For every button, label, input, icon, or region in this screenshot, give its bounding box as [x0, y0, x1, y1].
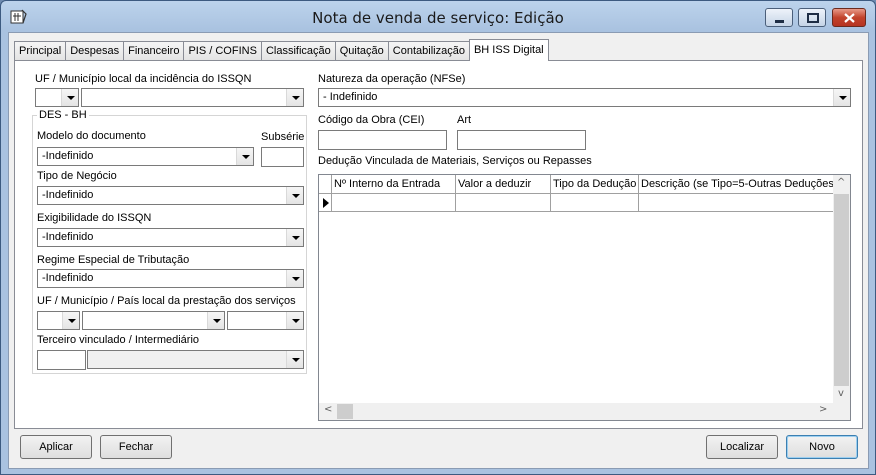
subserie-input[interactable] [261, 147, 304, 167]
uf-incidencia-combo[interactable] [35, 88, 79, 107]
scroll-right-icon[interactable]: > [819, 404, 827, 415]
title-bar[interactable]: Nota de venda de serviço: Edição [1, 1, 875, 33]
art-input[interactable] [457, 130, 586, 150]
subserie-label: Subsérie [261, 131, 305, 143]
horizontal-scroll-thumb[interactable] [337, 404, 353, 419]
window: Nota de venda de serviço: Edição Princip… [0, 0, 876, 475]
exigibilidade-combo[interactable]: -Indefinido [37, 228, 304, 247]
cell-valor-deduzir[interactable] [456, 194, 551, 211]
cell-tipo-deducao[interactable] [551, 194, 639, 211]
regime-especial-label: Regime Especial de Tributação [37, 254, 190, 266]
vertical-scroll-thumb[interactable] [834, 194, 849, 386]
tab-pis-cofins[interactable]: PIS / COFINS [183, 41, 262, 61]
terceiro-vinculado-combo[interactable] [87, 350, 304, 369]
scroll-left-icon[interactable]: < [324, 404, 332, 415]
column-header-n-interno[interactable]: Nº Interno da Entrada [332, 175, 456, 193]
table-row[interactable] [319, 194, 834, 212]
close-button[interactable] [832, 8, 866, 27]
chevron-down-icon[interactable] [286, 229, 303, 246]
grid-horizontal-scrollbar[interactable]: < > [319, 403, 833, 420]
localizar-button[interactable]: Localizar [706, 435, 778, 459]
tab-financeiro[interactable]: Financeiro [123, 41, 185, 61]
dialog-body: Principal Despesas Financeiro PIS / COFI… [8, 32, 869, 469]
chevron-down-icon[interactable] [236, 148, 253, 165]
modelo-documento-label: Modelo do documento [37, 130, 146, 142]
prestacao-pais-combo[interactable] [227, 311, 304, 330]
tab-classificacao[interactable]: Classificação [260, 41, 336, 61]
minimize-button[interactable] [765, 8, 793, 27]
fechar-button[interactable]: Fechar [100, 435, 172, 459]
art-label: Art [457, 114, 472, 126]
tab-despesas[interactable]: Despesas [65, 41, 125, 61]
terceiro-code-input[interactable] [37, 350, 86, 370]
natureza-operacao-combo[interactable]: - Indefinido [318, 88, 851, 107]
chevron-down-icon[interactable] [286, 187, 303, 204]
tab-panel-bh-iss-digital: UF / Município local da incidência do IS… [14, 60, 863, 429]
des-bh-group-title: DES - BH [37, 109, 89, 121]
terceiro-vinculado-label: Terceiro vinculado / Intermediário [37, 334, 200, 346]
column-header-tipo-deducao[interactable]: Tipo da Dedução [551, 175, 639, 193]
window-title: Nota de venda de serviço: Edição [312, 9, 564, 27]
cell-descricao[interactable] [639, 194, 834, 211]
close-icon [844, 13, 855, 23]
grid-vertical-scrollbar[interactable]: ^ v [833, 175, 850, 403]
tab-quitacao[interactable]: Quitação [334, 41, 389, 61]
novo-button[interactable]: Novo [786, 435, 858, 459]
chevron-down-icon[interactable] [286, 270, 303, 287]
uf-municipio-incidencia-label: UF / Município local da incidência do IS… [35, 73, 252, 85]
chevron-down-icon[interactable] [62, 312, 79, 329]
maximize-icon [807, 13, 819, 23]
local-prestacao-label: UF / Município / País local da prestação… [37, 295, 296, 307]
chevron-down-icon[interactable] [286, 351, 303, 368]
tab-contabilizacao[interactable]: Contabilização [387, 41, 470, 61]
prestacao-uf-combo[interactable] [37, 311, 80, 330]
maximize-button[interactable] [798, 8, 826, 27]
deducao-vinculada-label: Dedução Vinculada de Materiais, Serviços… [318, 155, 592, 167]
grid-header-indicator [319, 175, 332, 193]
modelo-documento-combo[interactable]: -Indefinido [37, 147, 254, 166]
deducao-grid[interactable]: Nº Interno da Entrada Valor a deduzir Ti… [318, 174, 851, 421]
tab-strip: Principal Despesas Financeiro PIS / COFI… [14, 39, 549, 61]
chevron-down-icon[interactable] [61, 89, 78, 106]
cell-n-interno[interactable] [332, 194, 456, 211]
chevron-down-icon[interactable] [207, 312, 224, 329]
row-pointer-icon [319, 194, 332, 211]
tab-bh-iss-digital[interactable]: BH ISS Digital [468, 39, 549, 61]
codigo-obra-input[interactable] [318, 130, 447, 150]
chevron-down-icon[interactable] [833, 89, 850, 106]
chevron-down-icon[interactable] [286, 312, 303, 329]
codigo-obra-label: Código da Obra (CEI) [318, 114, 425, 126]
tipo-negocio-label: Tipo de Negócio [37, 170, 117, 182]
minimize-icon [775, 20, 784, 23]
tipo-negocio-combo[interactable]: -Indefinido [37, 186, 304, 205]
tab-principal[interactable]: Principal [14, 41, 67, 61]
regime-especial-combo[interactable]: -Indefinido [37, 269, 304, 288]
scroll-up-icon[interactable]: ^ [837, 177, 845, 188]
column-header-descricao[interactable]: Descrição (se Tipo=5-Outras Deduções) [639, 175, 834, 193]
grid-header: Nº Interno da Entrada Valor a deduzir Ti… [319, 175, 834, 194]
scroll-down-icon[interactable]: v [838, 388, 844, 399]
aplicar-button[interactable]: Aplicar [20, 435, 92, 459]
municipio-incidencia-combo[interactable] [81, 88, 304, 107]
exigibilidade-label: Exigibilidade do ISSQN [37, 212, 152, 224]
natureza-operacao-label: Natureza da operação (NFSe) [318, 73, 466, 85]
scrollbar-corner [833, 401, 850, 420]
prestacao-municipio-combo[interactable] [82, 311, 225, 330]
column-header-valor-deduzir[interactable]: Valor a deduzir [456, 175, 551, 193]
chevron-down-icon[interactable] [286, 89, 303, 106]
